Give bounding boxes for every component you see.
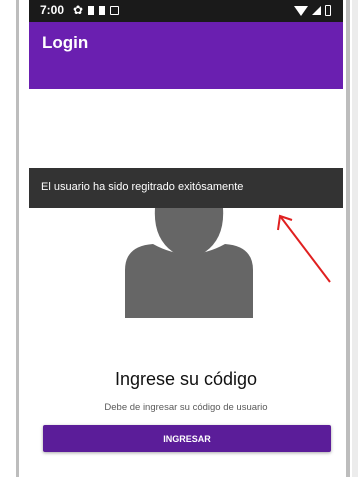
emulator-frame-left <box>16 0 19 477</box>
phone-screen: 7:00 ✿ Login El usuario ha sido regitrad… <box>29 0 343 477</box>
notification-icon <box>88 6 95 15</box>
emulator-frame-right <box>346 0 350 477</box>
status-icons-right <box>294 4 331 17</box>
snackbar: El usuario ha sido regitrado exitósament… <box>29 168 343 208</box>
battery-icon <box>325 5 331 16</box>
snackbar-message: El usuario ha sido regitrado exitósament… <box>41 181 244 193</box>
notification-icon <box>99 6 106 15</box>
status-time: 7:00 <box>40 3 65 17</box>
wifi-icon <box>294 5 308 16</box>
signal-icon <box>312 6 321 15</box>
sd-card-icon <box>110 6 120 15</box>
page-subtitle: Debe de ingresar su código de usuario <box>104 402 268 413</box>
person-icon <box>125 208 253 318</box>
status-bar: 7:00 ✿ <box>29 0 343 22</box>
emulator-frame-edge <box>352 0 358 477</box>
red-arrow-icon <box>277 214 331 283</box>
app-bar: Login <box>29 22 343 89</box>
gear-icon: ✿ <box>73 3 84 17</box>
status-icons-left: ✿ <box>73 3 120 17</box>
ingresar-button[interactable]: INGRESAR <box>43 425 331 452</box>
app-title: Login <box>42 33 89 52</box>
page-heading: Ingrese su código <box>114 369 258 389</box>
